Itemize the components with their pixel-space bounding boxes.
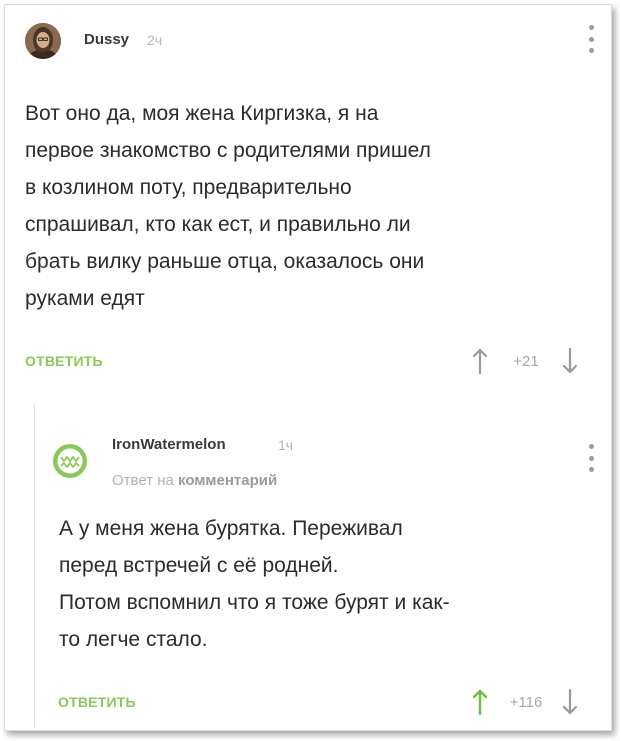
comment: Dussy 2ч Вот оно да, моя жена Киргизка, …	[5, 5, 611, 398]
arrow-up-icon[interactable]	[470, 687, 490, 717]
comment-line: Вот оно да, моя жена Киргизка, я на	[25, 102, 379, 125]
screenshot-frame: Dussy 2ч Вот оно да, моя жена Киргизка, …	[4, 4, 612, 731]
comment-line: брать вилку раньше отца, оказалось они	[25, 250, 425, 273]
avatar[interactable]	[52, 443, 88, 479]
arrow-up-icon[interactable]	[470, 346, 490, 376]
comment-time: 2ч	[147, 32, 163, 48]
reply-to-link[interactable]: комментарий	[178, 472, 277, 489]
comment-line: Потом вспомнил что я тоже бурят и как-	[59, 591, 450, 614]
comment-line: то легче стало.	[59, 628, 208, 651]
comment-body: Вот оно да, моя жена Киргизка, я на перв…	[25, 95, 431, 317]
reply-button[interactable]: ОТВЕТИТЬ	[25, 353, 103, 369]
reply-comment: IronWatermelon 1ч Ответ на комментарий А…	[5, 398, 611, 730]
more-vertical-icon[interactable]	[588, 444, 594, 472]
reply-button[interactable]: ОТВЕТИТЬ	[58, 694, 136, 710]
author-name[interactable]: Dussy	[84, 31, 129, 48]
comment-line: спрашивал, кто как ест, и правильно ли	[25, 213, 411, 236]
reply-to-prefix: Ответ на	[112, 472, 174, 489]
vote-controls: +116	[470, 687, 580, 717]
arrow-down-icon[interactable]	[560, 687, 580, 717]
comment-time: 1ч	[278, 437, 294, 453]
comment-line: руками едят	[25, 287, 145, 310]
vote-controls: +21	[470, 346, 580, 376]
comment-line: А у меня жена бурятка. Переживал	[59, 517, 403, 540]
author-name[interactable]: IronWatermelon	[112, 436, 226, 453]
comment-body: А у меня жена бурятка. Переживал перед в…	[59, 510, 450, 658]
comment-line: в козлином поту, предварительно	[25, 176, 352, 199]
vote-score: +21	[513, 352, 539, 370]
comment-line: первое знакомство с родителями пришел	[25, 139, 431, 162]
more-vertical-icon[interactable]	[588, 25, 594, 53]
vote-score: +116	[509, 693, 543, 711]
avatar[interactable]	[25, 23, 61, 59]
comment-line: перед встречей с её родней.	[59, 554, 339, 577]
arrow-down-icon[interactable]	[560, 346, 580, 376]
user-portrait-icon	[25, 23, 61, 59]
reply-to-info: Ответ на комментарий	[112, 472, 277, 489]
watermelon-avatar-icon	[53, 444, 87, 478]
